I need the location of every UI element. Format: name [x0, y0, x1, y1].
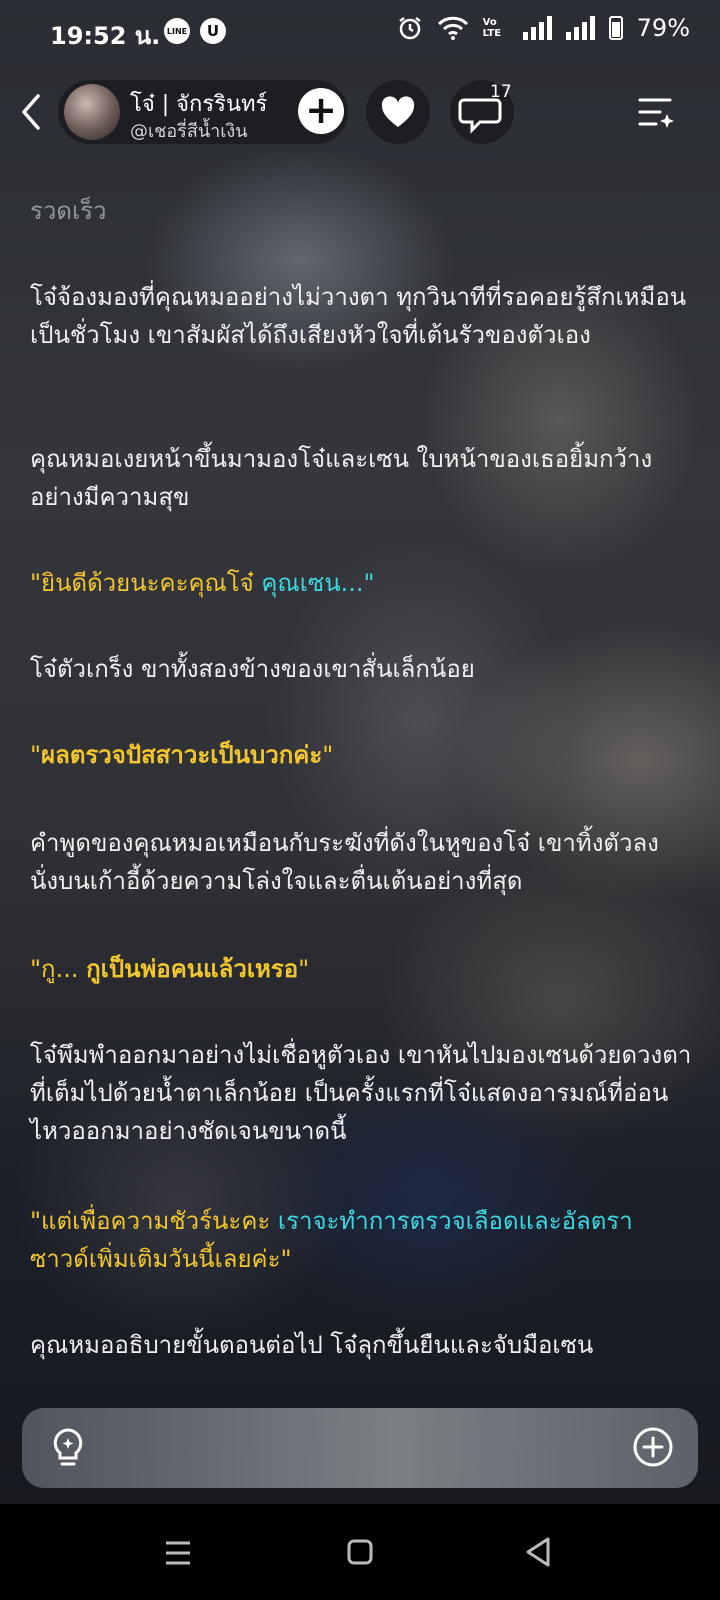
- quote-text: "กู...: [30, 955, 87, 983]
- back-nav-icon[interactable]: [524, 1536, 552, 1568]
- home-icon[interactable]: [346, 1538, 374, 1566]
- quote-speaker-text: คุณเซน...": [261, 569, 375, 597]
- chapter-menu-button[interactable]: [636, 92, 676, 132]
- paragraph: โจ๋ตัวเกร็ง ขาทั้งสองข้างของเขาสั่นเล็กน…: [30, 655, 475, 683]
- add-button[interactable]: [632, 1426, 674, 1468]
- volte-icon: Vo LTE: [482, 17, 502, 39]
- quote-text: ผลตรวจปัสสาวะเป็นบวกค่ะ: [41, 741, 323, 769]
- recent-apps-icon[interactable]: [164, 1540, 192, 1566]
- comment-input-bar[interactable]: [22, 1408, 698, 1488]
- notification-icons: LINE U: [164, 18, 226, 44]
- story-header: โจ๋ | จักรรินทร์ @เชอรี่สีน้ำเงิน + 17: [0, 76, 720, 148]
- back-button[interactable]: [16, 90, 56, 134]
- quote-speaker-text: "ยินดีด้วยนะคะคุณโจ๋: [30, 569, 262, 597]
- paragraph: คุณหมออธิบายขั้นตอนต่อไป โจ๋ลุกขึ้นยืนแล…: [30, 1331, 594, 1359]
- u-app-icon: U: [200, 18, 226, 44]
- plus-icon: +: [305, 88, 337, 132]
- plus-circle-icon: [633, 1427, 673, 1467]
- system-navigation-bar: [0, 1504, 720, 1600]
- alarm-icon: [398, 17, 421, 40]
- avatar[interactable]: [64, 84, 120, 140]
- quote-text: กูเป็นพ่อคนแล้วเหรอ: [86, 955, 299, 983]
- paragraph: โจ๋พึมพำออกมาอย่างไม่เชื่อหูตัวเอง เขาหั…: [30, 1041, 692, 1145]
- quote-line: "แต่เพื่อความชัวร์นะคะ เราจะทำการตรวจเลื…: [30, 1202, 700, 1278]
- chevron-left-icon: [22, 94, 40, 130]
- quote-mark: ": [298, 955, 310, 983]
- lightbulb-icon: [53, 1428, 83, 1466]
- menu-sparkle-icon: [638, 98, 674, 128]
- wifi-icon: [437, 16, 468, 40]
- quote-line: "ผลตรวจปัสสาวะเป็นบวกค่ะ": [30, 736, 333, 774]
- paragraph: คุณหมอเงยหน้าขึ้นมามองโจ๋และเซน ใบหน้าขอ…: [30, 445, 653, 511]
- quote-mark: ": [322, 741, 334, 769]
- quote-line: "กู... กูเป็นพ่อคนแล้วเหรอ": [30, 950, 309, 988]
- like-button[interactable]: [366, 80, 430, 144]
- paragraph: โจ๋จ้องมองที่คุณหมออย่างไม่วางตา ทุกวินา…: [30, 283, 687, 349]
- quote-mark: ": [30, 741, 42, 769]
- heart-icon: [381, 96, 415, 127]
- quote-text: "แต่เพื่อความชัวร์นะคะ: [30, 1207, 278, 1235]
- comment-count: 17: [490, 82, 512, 102]
- system-indicators: Vo LTE 79%: [397, 14, 690, 42]
- faded-top-line: รวดเร็ว: [30, 197, 107, 225]
- follow-button[interactable]: +: [298, 88, 344, 134]
- battery-percent: 79%: [636, 14, 690, 42]
- battery-icon: [608, 16, 623, 40]
- author-handle: @เชอรี่สีน้ำเงิน: [130, 121, 248, 142]
- status-time: 19:52 น.: [50, 22, 161, 50]
- signal-icon-2: [565, 16, 595, 40]
- paragraph: คำพูดของคุณหมอเหมือนกับระฆังที่ดังในหูขอ…: [30, 829, 659, 895]
- quote-line: "ยินดีด้วยนะคะคุณโจ๋ คุณเซน...": [30, 564, 375, 602]
- signal-icon-1: [522, 16, 552, 40]
- quote-text: ซาวด์เพิ่มเติมวันนี้เลยค่ะ": [30, 1245, 292, 1273]
- line-app-icon: LINE: [164, 18, 190, 44]
- idea-button[interactable]: [48, 1426, 88, 1470]
- quote-text: เราจะทำการตรวจเลือดและอัลตรา: [277, 1207, 633, 1235]
- status-bar: 19:52 น. LINE U Vo LTE 79%: [0, 0, 720, 64]
